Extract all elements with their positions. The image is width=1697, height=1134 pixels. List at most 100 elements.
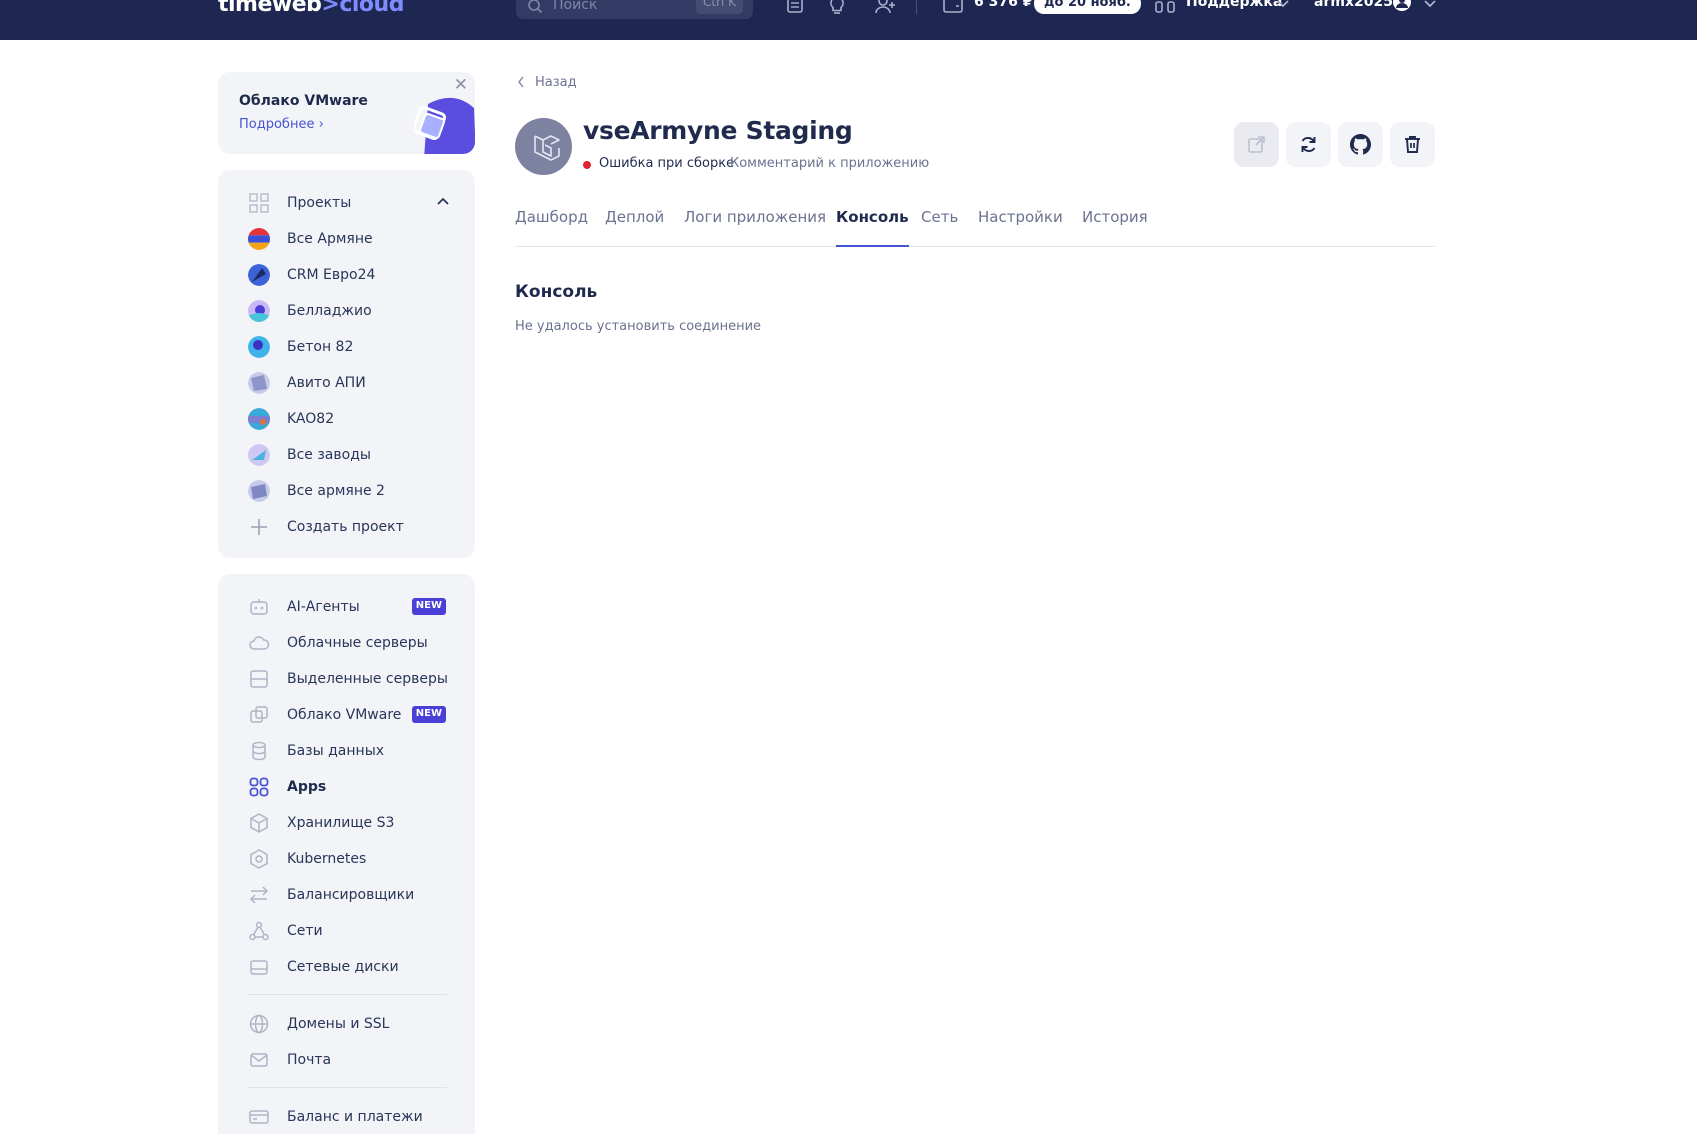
sidebar-item-network-disks[interactable]: Сетевые диски — [248, 956, 448, 980]
chevron-up-icon[interactable] — [436, 194, 450, 208]
sidebar-item-label: Базы данных — [287, 743, 385, 759]
project-avatar — [248, 264, 270, 286]
app-comment-link[interactable]: Комментарий к приложению — [730, 156, 929, 171]
tab-dashboard[interactable]: Дашборд — [515, 208, 588, 247]
refresh-icon — [1301, 137, 1316, 152]
project-avatar — [248, 336, 270, 358]
project-item[interactable]: Белладжио — [248, 300, 448, 324]
sidebar-item-label: Почта — [287, 1052, 332, 1068]
search-input[interactable]: Поиск Ctrl K — [516, 0, 753, 19]
create-project-label: Создать проект — [287, 519, 404, 535]
robot-icon — [250, 599, 268, 615]
news-icon[interactable] — [783, 0, 807, 16]
sidebar-item-balancers[interactable]: Балансировщики — [248, 884, 448, 908]
app-title: vseArmyne Staging — [583, 116, 853, 145]
status-error-dot — [583, 161, 591, 169]
project-item[interactable]: Все Армяне — [248, 228, 448, 252]
projects-header[interactable]: Проекты — [248, 192, 448, 216]
project-avatar — [248, 372, 270, 394]
sidebar-item-apps[interactable]: Apps — [248, 776, 448, 800]
project-item[interactable]: Бетон 82 — [248, 336, 448, 360]
logo[interactable]: timeweb>cloud — [218, 0, 404, 17]
promo-more-link[interactable]: Подробнее › — [239, 117, 324, 132]
app-status: Ошибка при сборке — [599, 156, 735, 171]
project-avatar — [248, 408, 270, 430]
sidebar-item-kubernetes[interactable]: Kubernetes — [248, 848, 448, 872]
projects-grid-icon — [249, 193, 269, 213]
project-avatar — [248, 444, 270, 466]
sidebar-item-vmware[interactable]: Облако VMware NEW — [248, 704, 448, 728]
cloud-icon — [249, 636, 270, 650]
logo-text: timeweb — [218, 0, 322, 17]
disk-icon — [250, 960, 268, 975]
promo-link-label: Подробнее — [239, 117, 315, 132]
sidebar-divider — [248, 1087, 447, 1088]
delete-button[interactable] — [1390, 122, 1435, 167]
sidebar-item-domains[interactable]: Домены и SSL — [248, 1013, 448, 1037]
sidebar-item-cloud-servers[interactable]: Облачные серверы — [248, 632, 448, 656]
lightbulb-icon[interactable] — [825, 0, 849, 16]
arrows-icon — [249, 886, 269, 904]
vmware-illustration-icon — [414, 98, 475, 154]
add-user-icon[interactable] — [873, 0, 897, 16]
sidebar-item-label: Балансировщики — [287, 887, 415, 903]
create-project-button[interactable]: Создать проект — [248, 516, 448, 540]
sidebar-item-label: Облако VMware — [287, 707, 402, 723]
sidebar-item-ai-agents[interactable]: AI-Агенты NEW — [248, 596, 448, 620]
vmware-promo-card[interactable]: Облако VMware Подробнее › ✕ — [218, 72, 475, 154]
tab-console[interactable]: Консоль — [836, 208, 909, 247]
chat-icon[interactable] — [1154, 0, 1178, 16]
card-icon — [249, 1110, 269, 1124]
open-external-button[interactable] — [1234, 122, 1279, 167]
github-button[interactable] — [1338, 122, 1383, 167]
user-avatar-icon[interactable] — [1390, 0, 1414, 16]
sidebar-item-label: Apps — [287, 779, 327, 795]
laravel-icon — [534, 135, 560, 161]
console-title: Консоль — [515, 282, 598, 302]
app-logo — [515, 118, 572, 175]
sidebar-item-label: Облачные серверы — [287, 635, 428, 651]
tab-history[interactable]: История — [1082, 208, 1148, 247]
sidebar-item-mail[interactable]: Почта — [248, 1049, 448, 1073]
database-icon — [252, 741, 266, 761]
sidebar-item-billing[interactable]: Баланс и платежи — [248, 1106, 448, 1130]
tab-logs[interactable]: Логи приложения — [684, 208, 826, 247]
username[interactable]: armx2025 — [1314, 0, 1393, 10]
sidebar-item-dedicated-servers[interactable]: Выделенные серверы — [248, 668, 448, 692]
project-item[interactable]: Все заводы — [248, 444, 448, 468]
project-item[interactable]: Все армяне 2 — [248, 480, 448, 504]
server-icon — [250, 670, 268, 688]
balance-amount[interactable]: 6 376 ₽ — [974, 0, 1032, 10]
sidebar-item-databases[interactable]: Базы данных — [248, 740, 448, 764]
network-icon — [249, 921, 269, 941]
kubernetes-icon — [250, 849, 268, 869]
support-menu[interactable]: Поддержка — [1186, 0, 1282, 10]
sidebar-item-label: Домены и SSL — [287, 1016, 390, 1032]
project-item[interactable]: Авито АПИ — [248, 372, 448, 396]
external-link-icon — [1248, 136, 1265, 153]
sidebar-item-s3[interactable]: Хранилище S3 — [248, 812, 448, 836]
chevron-down-icon[interactable] — [1271, 0, 1295, 16]
sidebar-item-label: Хранилище S3 — [287, 815, 395, 831]
projects-panel: Проекты Все Армяне CRM Евро24 Белладжио … — [218, 170, 475, 558]
project-item[interactable]: KAO82 — [248, 408, 448, 432]
new-badge: NEW — [411, 598, 446, 615]
back-label: Назад — [535, 75, 577, 90]
redeploy-button[interactable] — [1286, 122, 1331, 167]
tab-settings[interactable]: Настройки — [978, 208, 1063, 247]
project-label: Все Армяне — [287, 231, 373, 247]
close-icon[interactable]: ✕ — [454, 77, 468, 94]
project-avatar — [248, 228, 270, 250]
search-icon — [528, 0, 543, 14]
project-label: CRM Евро24 — [287, 267, 376, 283]
sidebar-item-networks[interactable]: Сети — [248, 920, 448, 944]
tab-network[interactable]: Сеть — [921, 208, 958, 247]
project-label: Бетон 82 — [287, 339, 354, 355]
wallet-icon[interactable] — [941, 0, 965, 16]
sidebar-item-label: Выделенные серверы — [287, 671, 448, 687]
sidebar-item-label: Kubernetes — [287, 851, 367, 867]
project-item[interactable]: CRM Евро24 — [248, 264, 448, 288]
tab-deploy[interactable]: Деплой — [605, 208, 664, 247]
trash-icon — [1405, 136, 1420, 153]
chevron-down-icon[interactable] — [1418, 0, 1442, 16]
